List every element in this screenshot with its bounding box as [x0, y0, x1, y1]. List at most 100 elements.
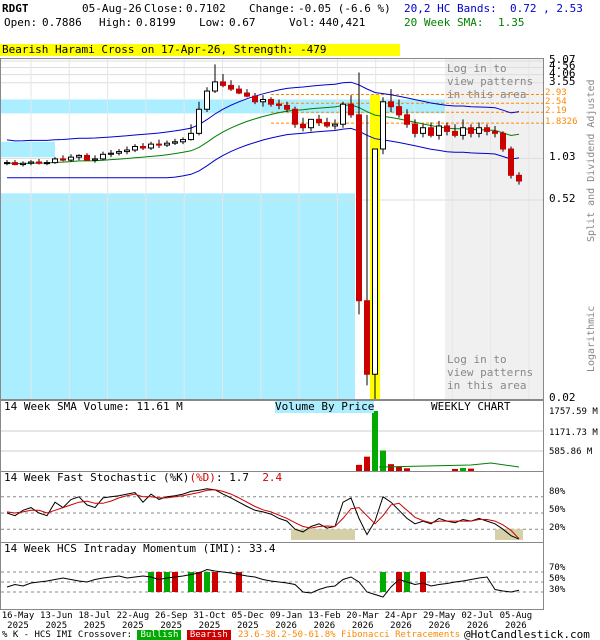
fib-tick-label: 2.19 — [545, 106, 567, 117]
sma20-line — [6, 104, 520, 165]
stoch-tick-80: 80% — [549, 487, 566, 497]
logarithmic-label: Logarithmic — [586, 305, 597, 372]
x-tick-label: 31-Oct 2025 — [193, 611, 226, 631]
volume-bar — [364, 456, 370, 471]
candle-body — [20, 162, 26, 166]
x-tick-label: 05-Dec 2025 — [231, 611, 265, 631]
vol-tick-1: 1757.59 M — [549, 407, 598, 417]
imi-tick-50: 50% — [549, 574, 566, 584]
x-tick-label: 13-Feb 2026 — [308, 611, 341, 631]
candle-body — [44, 162, 50, 165]
candle-body — [292, 108, 298, 125]
price-tick-label: 3.55 — [549, 74, 576, 88]
volume-bar — [380, 450, 386, 471]
candle-body — [324, 122, 330, 127]
split-adjusted-label: Split and Dividend Adjusted — [586, 79, 597, 242]
candle-body — [180, 139, 186, 143]
x-tick-label: 29-May 2026 — [423, 611, 456, 631]
stoch-title-text: 14 Week Fast Stochastic (%K) — [4, 471, 190, 484]
fib-legend: 23.6-38.2-50-61.8% Fibonacci Retracement… — [238, 630, 461, 640]
change-value: -0.05 (-6.6 %) — [298, 2, 391, 15]
candle-body — [516, 174, 522, 182]
stoch-k-line — [6, 488, 520, 540]
candle-body — [228, 84, 234, 90]
imi-line — [6, 568, 520, 598]
low-label: Low: — [199, 16, 226, 29]
candle-body — [4, 162, 10, 165]
candle-body — [484, 127, 490, 132]
price-chart — [1, 59, 543, 399]
bearish-tag: Bearish — [186, 630, 231, 640]
vbp-zone-mid — [1, 141, 55, 158]
candle-body — [220, 81, 226, 86]
close-value: 0.7102 — [186, 2, 226, 15]
candle-body — [372, 148, 378, 375]
hc-band-lower — [7, 127, 520, 179]
vbp-zone-lower — [1, 193, 355, 399]
symbol: RDGT — [2, 2, 29, 15]
login-notice-bottom[interactable]: Log in to view patterns in this area — [447, 353, 533, 392]
candle-body — [172, 141, 178, 144]
change-label: Change: — [249, 2, 296, 15]
candle-body — [116, 151, 122, 154]
candle-body — [388, 101, 394, 108]
chart-page: RDGT 05-Aug-26 Close: 0.7102 Change: -0.… — [0, 0, 600, 640]
candle-body — [76, 154, 82, 158]
candle-body — [236, 88, 242, 94]
candle-body — [420, 127, 426, 134]
x-tick-label: 18-Jul 2025 — [78, 611, 111, 631]
stoch-tick-20: 20% — [549, 523, 566, 533]
stoch-d-line — [6, 489, 520, 540]
candle-body — [244, 92, 250, 97]
stoch-k-value: 1.7 — [229, 471, 250, 484]
candle-body — [308, 118, 314, 129]
x-tick-label: 09-Jan 2026 — [269, 611, 303, 631]
candle-body — [500, 132, 506, 150]
candle-body — [100, 153, 106, 160]
imi-crossover-bar — [172, 572, 178, 592]
candle-body — [28, 161, 34, 164]
candle-body — [508, 148, 514, 176]
candle-body — [188, 132, 194, 141]
price-tick-label: 0.02 — [549, 391, 576, 404]
vol-value: 440,421 — [319, 16, 366, 29]
login-notice-top[interactable]: Log in to view patterns in this area — [447, 62, 533, 101]
high-value: 0.8199 — [136, 16, 176, 29]
candle-body — [268, 98, 274, 105]
candle-body — [444, 125, 450, 132]
x-tick-label: 16-May 2025 — [1, 611, 35, 631]
vol-label: Vol: — [289, 16, 316, 29]
stoch-d-value: 2.4 — [262, 471, 283, 484]
candle-body — [260, 98, 266, 103]
volume-sma-line — [378, 462, 520, 468]
volume-panel: 14 Week SMA Volume: 11.61 M Volume By Pr… — [0, 400, 544, 472]
x-tick-label: 20-Mar 2026 — [346, 611, 379, 631]
candle-body — [212, 81, 218, 92]
imi-crossover-bar — [196, 572, 202, 592]
candle-body — [68, 156, 74, 161]
weekly-chart-label: WEEKLY CHART — [431, 400, 511, 413]
candle-body — [108, 152, 114, 155]
imi-panel: 14 Week HCS Intraday Momentum (IMI): 33.… — [0, 542, 544, 610]
candle-body — [148, 143, 154, 149]
candle-body — [164, 142, 170, 146]
footer-prefix: % K - HCS IMI Crossover: — [2, 630, 133, 640]
sma20-value: 1.35 — [498, 16, 525, 29]
x-tick-label: 26-Sep 2025 — [154, 611, 188, 631]
candle-body — [340, 103, 346, 125]
candle-body — [380, 101, 386, 150]
imi-tick-70: 70% — [549, 563, 566, 573]
imi-title: 14 Week HCS Intraday Momentum (IMI): 33.… — [4, 543, 276, 555]
candle-body — [92, 158, 98, 161]
imi-crossover-bar — [212, 572, 218, 592]
copyright[interactable]: @HotCandlestick.com — [464, 629, 590, 640]
price-tick-label: 1.03 — [549, 150, 576, 164]
open-value: 0.7886 — [42, 16, 82, 29]
candle-body — [356, 114, 362, 302]
bullish-tag: Bullish — [137, 630, 182, 640]
candle-body — [396, 106, 402, 116]
sma20-label: 20 Week SMA: — [404, 16, 484, 29]
pattern-banner: Bearish Harami Cross on 17-Apr-26, Stren… — [0, 44, 400, 56]
footer-legend: % K - HCS IMI Crossover: Bullish Bearish — [2, 630, 231, 640]
candle-body — [276, 103, 282, 106]
